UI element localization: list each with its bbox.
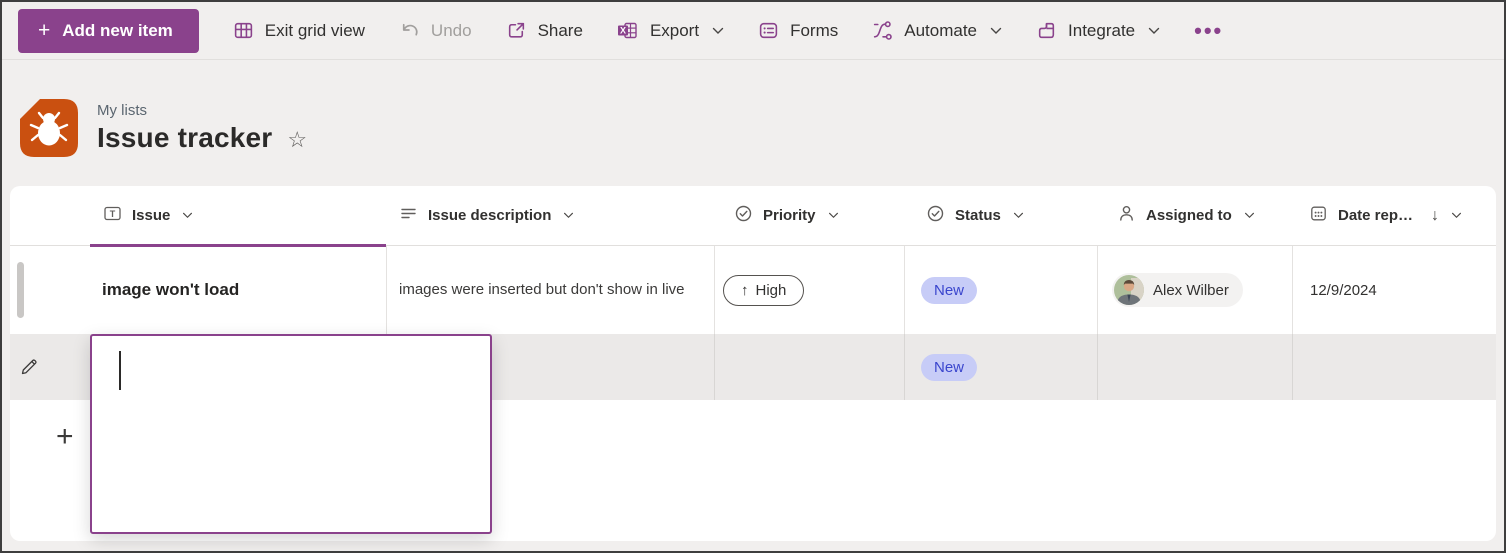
assigned-to-name: Alex Wilber bbox=[1153, 281, 1229, 299]
bug-list-icon bbox=[18, 97, 80, 159]
row-gutter bbox=[10, 334, 90, 400]
chevron-down-icon bbox=[1244, 212, 1255, 219]
column-header-status[interactable]: Status bbox=[904, 186, 1097, 245]
column-header-assigned-to[interactable]: Assigned to bbox=[1097, 186, 1292, 245]
column-header-priority[interactable]: Priority bbox=[714, 186, 904, 245]
forms-button[interactable]: Forms bbox=[758, 20, 838, 41]
forms-icon bbox=[758, 20, 779, 41]
column-header-date-reported[interactable]: Date rep… ↓ bbox=[1292, 186, 1496, 245]
chevron-down-icon bbox=[990, 27, 1002, 35]
row-drag-handle[interactable] bbox=[17, 262, 24, 318]
automate-label: Automate bbox=[904, 20, 978, 40]
multiline-text-icon bbox=[399, 204, 418, 227]
choice-column-icon bbox=[734, 204, 753, 227]
cell-date-reported[interactable]: 12/9/2024 bbox=[1292, 246, 1496, 334]
integrate-button[interactable]: Integrate bbox=[1036, 20, 1160, 41]
chevron-down-icon bbox=[712, 27, 724, 35]
date-reported-value: 12/9/2024 bbox=[1310, 281, 1377, 299]
exit-grid-view-button[interactable]: Exit grid view bbox=[233, 20, 365, 41]
calendar-icon bbox=[1309, 204, 1328, 227]
list-title-band: My lists Issue tracker ☆ bbox=[2, 60, 1504, 186]
table-row[interactable]: image won't load images were inserted bu… bbox=[10, 246, 1496, 334]
share-button[interactable]: Share bbox=[506, 20, 583, 41]
cell-priority[interactable] bbox=[714, 334, 904, 400]
undo-icon bbox=[399, 20, 420, 41]
cell-priority[interactable]: ↑ High bbox=[714, 246, 904, 334]
text-column-icon: T bbox=[103, 204, 122, 227]
cell-assigned-to[interactable] bbox=[1097, 334, 1292, 400]
export-excel-icon: X bbox=[617, 20, 639, 41]
status-badge[interactable]: New bbox=[921, 276, 978, 304]
column-label: Priority bbox=[763, 207, 816, 224]
cell-date-reported[interactable] bbox=[1292, 334, 1496, 400]
chevron-down-icon bbox=[182, 212, 193, 219]
more-commands-button[interactable]: ••• bbox=[1194, 18, 1223, 44]
add-row-plus-button[interactable]: + bbox=[56, 422, 74, 452]
choice-column-icon bbox=[926, 204, 945, 227]
forms-label: Forms bbox=[790, 20, 839, 40]
cell-issue-description[interactable]: images were inserted but don't show in l… bbox=[386, 246, 714, 334]
command-bar: + Add new item Exit grid view Undo Share… bbox=[2, 2, 1504, 60]
column-header-issue-description[interactable]: Issue description bbox=[386, 186, 714, 245]
chevron-down-icon bbox=[828, 212, 839, 219]
undo-button[interactable]: Undo bbox=[399, 20, 472, 41]
exit-grid-view-label: Exit grid view bbox=[264, 20, 365, 40]
status-badge[interactable]: New bbox=[921, 353, 978, 381]
integrate-icon bbox=[1036, 20, 1057, 41]
column-label: Status bbox=[955, 207, 1001, 224]
text-cursor bbox=[119, 351, 121, 390]
add-new-item-label: Add new item bbox=[62, 20, 173, 40]
person-icon bbox=[1117, 204, 1136, 227]
column-header-issue[interactable]: T Issue bbox=[90, 186, 386, 247]
share-icon bbox=[506, 20, 527, 41]
column-label: Issue description bbox=[428, 207, 552, 224]
list-titles: My lists Issue tracker ☆ bbox=[97, 102, 307, 154]
text-column-t: T bbox=[110, 209, 116, 219]
cell-status[interactable]: New bbox=[904, 334, 1097, 400]
page-title: Issue tracker bbox=[97, 122, 273, 153]
export-x-letter: X bbox=[620, 26, 626, 36]
plus-icon: + bbox=[38, 19, 51, 42]
automate-flow-icon bbox=[872, 20, 893, 41]
priority-up-arrow-icon: ↑ bbox=[741, 281, 749, 299]
priority-value: High bbox=[755, 281, 787, 299]
sort-descending-icon: ↓ bbox=[1431, 206, 1440, 224]
chevron-down-icon bbox=[1013, 212, 1024, 219]
row-gutter bbox=[10, 246, 90, 334]
issue-cell-editor[interactable] bbox=[90, 334, 492, 534]
favorite-star-icon[interactable]: ☆ bbox=[287, 125, 307, 151]
person-pill[interactable]: Alex Wilber bbox=[1112, 273, 1243, 307]
add-new-item-button[interactable]: + Add new item bbox=[18, 8, 199, 53]
column-label: Issue bbox=[132, 207, 171, 224]
cell-assigned-to[interactable]: Alex Wilber bbox=[1097, 246, 1292, 334]
undo-label: Undo bbox=[430, 20, 472, 40]
cell-issue[interactable]: image won't load bbox=[90, 246, 386, 334]
column-label: Date rep… bbox=[1338, 207, 1414, 224]
column-label: Assigned to bbox=[1146, 207, 1232, 224]
share-label: Share bbox=[537, 20, 583, 40]
export-label: Export bbox=[649, 20, 700, 40]
integrate-label: Integrate bbox=[1068, 20, 1136, 40]
issue-description-text: images were inserted but don't show in l… bbox=[399, 281, 685, 298]
cell-status[interactable]: New bbox=[904, 246, 1097, 334]
grid-view-icon bbox=[233, 20, 254, 41]
pencil-edit-icon bbox=[19, 357, 39, 377]
automate-button[interactable]: Automate bbox=[872, 20, 1002, 41]
breadcrumb-my-lists[interactable]: My lists bbox=[97, 102, 147, 119]
avatar bbox=[1114, 275, 1144, 305]
chevron-down-icon bbox=[1148, 27, 1160, 35]
priority-pill[interactable]: ↑ High bbox=[723, 274, 805, 306]
chevron-down-icon bbox=[1451, 212, 1462, 219]
export-button[interactable]: X Export bbox=[617, 20, 724, 41]
chevron-down-icon bbox=[563, 212, 574, 219]
issue-title: image won't load bbox=[102, 280, 240, 299]
grid-header-row: T Issue Issue description Priority Statu… bbox=[10, 186, 1496, 247]
